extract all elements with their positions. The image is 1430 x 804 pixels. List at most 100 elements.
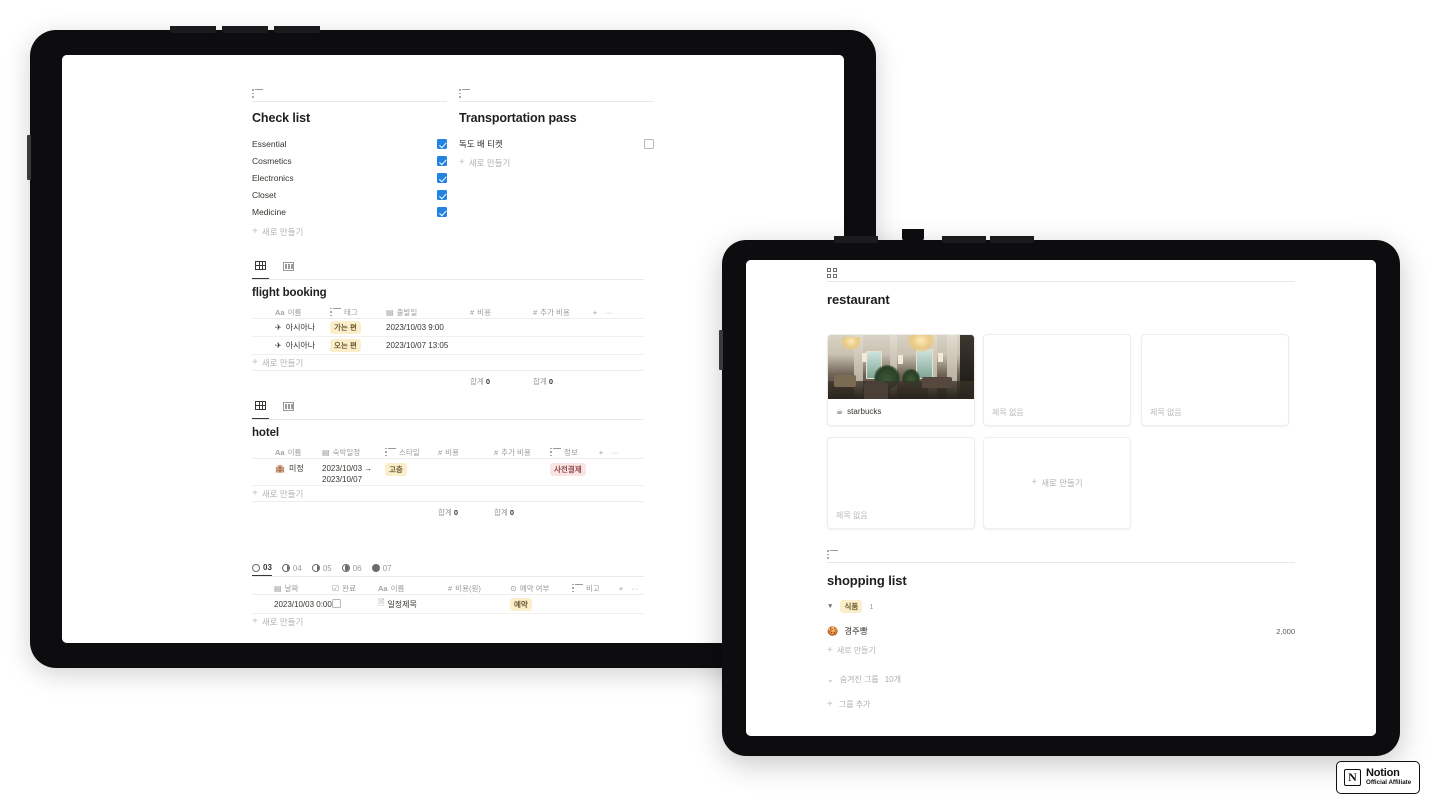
list-view-icon — [827, 550, 840, 560]
transportation-item-checkbox[interactable] — [644, 138, 654, 149]
add-column-button[interactable]: + — [588, 308, 602, 317]
column-header-info[interactable]: 정보 — [550, 447, 594, 458]
restaurant-view-icon-row[interactable] — [827, 266, 1295, 279]
cell-done — [332, 598, 378, 610]
group-collapse-toggle-icon[interactable]: ▼ — [827, 603, 833, 610]
cell-name: 🗎 일정제목 — [378, 597, 448, 611]
list-item[interactable]: 🍪 경주빵 2,000 — [827, 625, 1295, 637]
hotel-divider — [252, 419, 644, 420]
volume-button-right-2[interactable] — [942, 236, 986, 243]
checklist-item-checkbox[interactable] — [437, 155, 447, 166]
plus-icon: + — [252, 487, 258, 499]
column-header-name[interactable]: Aa 이름 — [378, 583, 448, 594]
checklist-item-checkbox[interactable] — [437, 172, 447, 183]
column-header-cost[interactable]: # 비용 — [470, 307, 533, 318]
checklist-item[interactable]: Medicine — [252, 204, 447, 221]
checklist-item-checkbox[interactable] — [437, 190, 447, 201]
info-badge: 사전결제 — [550, 463, 586, 476]
checklist-item[interactable]: Essential — [252, 135, 447, 152]
board-view-icon — [283, 402, 294, 411]
schedule-divider — [252, 576, 644, 577]
summary-extra-cost[interactable]: 합계 0 — [533, 376, 588, 387]
day-tab-03[interactable]: 03 — [252, 563, 272, 576]
gallery-add-card[interactable]: + 새로 만들기 — [983, 437, 1131, 529]
column-header-done[interactable]: ☑ 완료 — [332, 583, 378, 594]
summary-cost[interactable]: 합계 0 — [438, 507, 494, 518]
column-header-cost[interactable]: # 비용 — [438, 447, 494, 458]
gallery-card[interactable]: ☕ starbucks — [827, 334, 975, 426]
column-header-reserve[interactable]: ⊙ 예약 여부 — [510, 583, 572, 594]
add-column-button[interactable]: + — [614, 584, 628, 593]
checklist-item-label: Electronics — [252, 172, 294, 183]
gallery-card[interactable]: 제목 없음 — [827, 437, 975, 529]
gallery-card[interactable]: 제목 없음 — [1141, 334, 1289, 426]
shopping-view-icon-row[interactable] — [827, 547, 1295, 560]
hidden-groups-row[interactable]: ⌄ 숨겨진 그룹 10개 — [827, 674, 1295, 685]
moon-waxing-gibbous-icon — [341, 564, 350, 572]
column-header-date[interactable]: ▤ 출발일 — [386, 307, 470, 318]
volume-button-left-2[interactable] — [222, 26, 268, 33]
power-button-left[interactable] — [274, 26, 320, 33]
shopping-new-row[interactable]: + 새로 만들기 — [827, 645, 1295, 656]
column-header-tag[interactable]: 태그 — [330, 307, 386, 318]
day-tab-07[interactable]: 07 — [371, 564, 392, 576]
hotel-more-button[interactable]: ··· — [608, 448, 622, 457]
summary-extra-cost[interactable]: 합계 0 — [494, 507, 550, 518]
gallery-card[interactable]: 제목 없음 — [983, 334, 1131, 426]
item-value: 2,000 — [1276, 626, 1295, 636]
side-button-left[interactable] — [27, 135, 31, 180]
column-header-extra-cost[interactable]: # 추가 비용 — [494, 447, 550, 458]
hotel-new-row[interactable]: + 새로 만들기 — [252, 486, 644, 502]
table-row[interactable]: 2023/10/03 0:00 🗎 일정제목 예약 — [252, 595, 644, 614]
column-header-name[interactable]: Aa 이름 — [252, 307, 330, 318]
side-button-right[interactable] — [719, 330, 723, 370]
row-done-checkbox[interactable] — [332, 598, 341, 608]
power-button-right[interactable] — [990, 236, 1034, 243]
column-header-cost[interactable]: # 비용(원) — [448, 583, 510, 594]
volume-button-right-1[interactable] — [834, 236, 878, 243]
checklist-item[interactable]: Electronics — [252, 169, 447, 186]
flight-more-button[interactable]: ··· — [602, 308, 616, 317]
tab-flight-table[interactable] — [252, 257, 269, 279]
volume-button-left-1[interactable] — [170, 26, 216, 33]
shopping-group-header[interactable]: ▼ 식품 1 — [827, 600, 1295, 613]
add-column-button[interactable]: + — [594, 448, 608, 457]
table-row[interactable]: ✈ 아시아나 오는 편 2023/10/07 13:05 — [252, 337, 644, 355]
transportation-item[interactable]: 독도 배 티켓 — [459, 135, 654, 152]
checklist-item[interactable]: Closet — [252, 187, 447, 204]
tab-hotel-board[interactable] — [280, 398, 297, 419]
tab-hotel-table[interactable] — [252, 397, 269, 419]
column-header-name[interactable]: Aa 이름 — [252, 447, 322, 458]
add-group-row[interactable]: + 그룹 추가 — [827, 699, 1295, 710]
day-tab-06[interactable]: 06 — [341, 564, 362, 576]
checkbox-type-icon: ☑ — [332, 583, 340, 593]
flight-new-row[interactable]: + 새로 만들기 — [252, 355, 644, 371]
column-header-style[interactable]: 스타일 — [385, 447, 438, 458]
tab-flight-board[interactable] — [280, 258, 297, 279]
checklist-new-row[interactable]: + 새로 만들기 — [252, 226, 447, 238]
reserve-badge: 예약 — [510, 597, 532, 611]
checklist-item-checkbox[interactable] — [437, 207, 447, 218]
column-header-note[interactable]: 비고 — [572, 583, 614, 594]
day-tab-04[interactable]: 04 — [281, 564, 302, 576]
day-tab-05[interactable]: 05 — [311, 564, 332, 576]
transportation-view-icon-row[interactable] — [459, 85, 654, 98]
table-row[interactable]: 🏨 미정 2023/10/03 → 2023/10/07 고층 사전결제 — [252, 459, 644, 486]
row-name: 일정제목 — [387, 599, 417, 609]
schedule-new-row[interactable]: + 새로 만들기 — [252, 614, 644, 630]
flight-title: flight booking — [252, 287, 327, 299]
checklist-item-checkbox[interactable] — [437, 138, 447, 149]
checklist-item[interactable]: Cosmetics — [252, 152, 447, 169]
table-row[interactable]: ✈ 아시아나 가는 편 2023/10/03 9:00 — [252, 319, 644, 337]
hidden-groups-label: 숨겨진 그룹 — [839, 675, 879, 684]
column-header-date[interactable]: ▤ 날짜 — [252, 583, 332, 594]
summary-cost[interactable]: 합계 0 — [470, 376, 533, 387]
column-header-stay-dates[interactable]: ▤ 숙박일정 — [322, 447, 385, 458]
transportation-new-row[interactable]: + 새로 만들기 — [459, 157, 654, 169]
schedule-more-button[interactable]: ··· — [628, 584, 642, 593]
restaurant-block: restaurant — [827, 266, 1295, 307]
column-header-extra-cost[interactable]: # 추가 비용 — [533, 307, 588, 318]
cell-name: ✈ 아시아나 — [252, 322, 330, 333]
checklist-view-icon-row[interactable] — [252, 85, 447, 98]
calendar-icon: ▤ — [274, 583, 282, 593]
